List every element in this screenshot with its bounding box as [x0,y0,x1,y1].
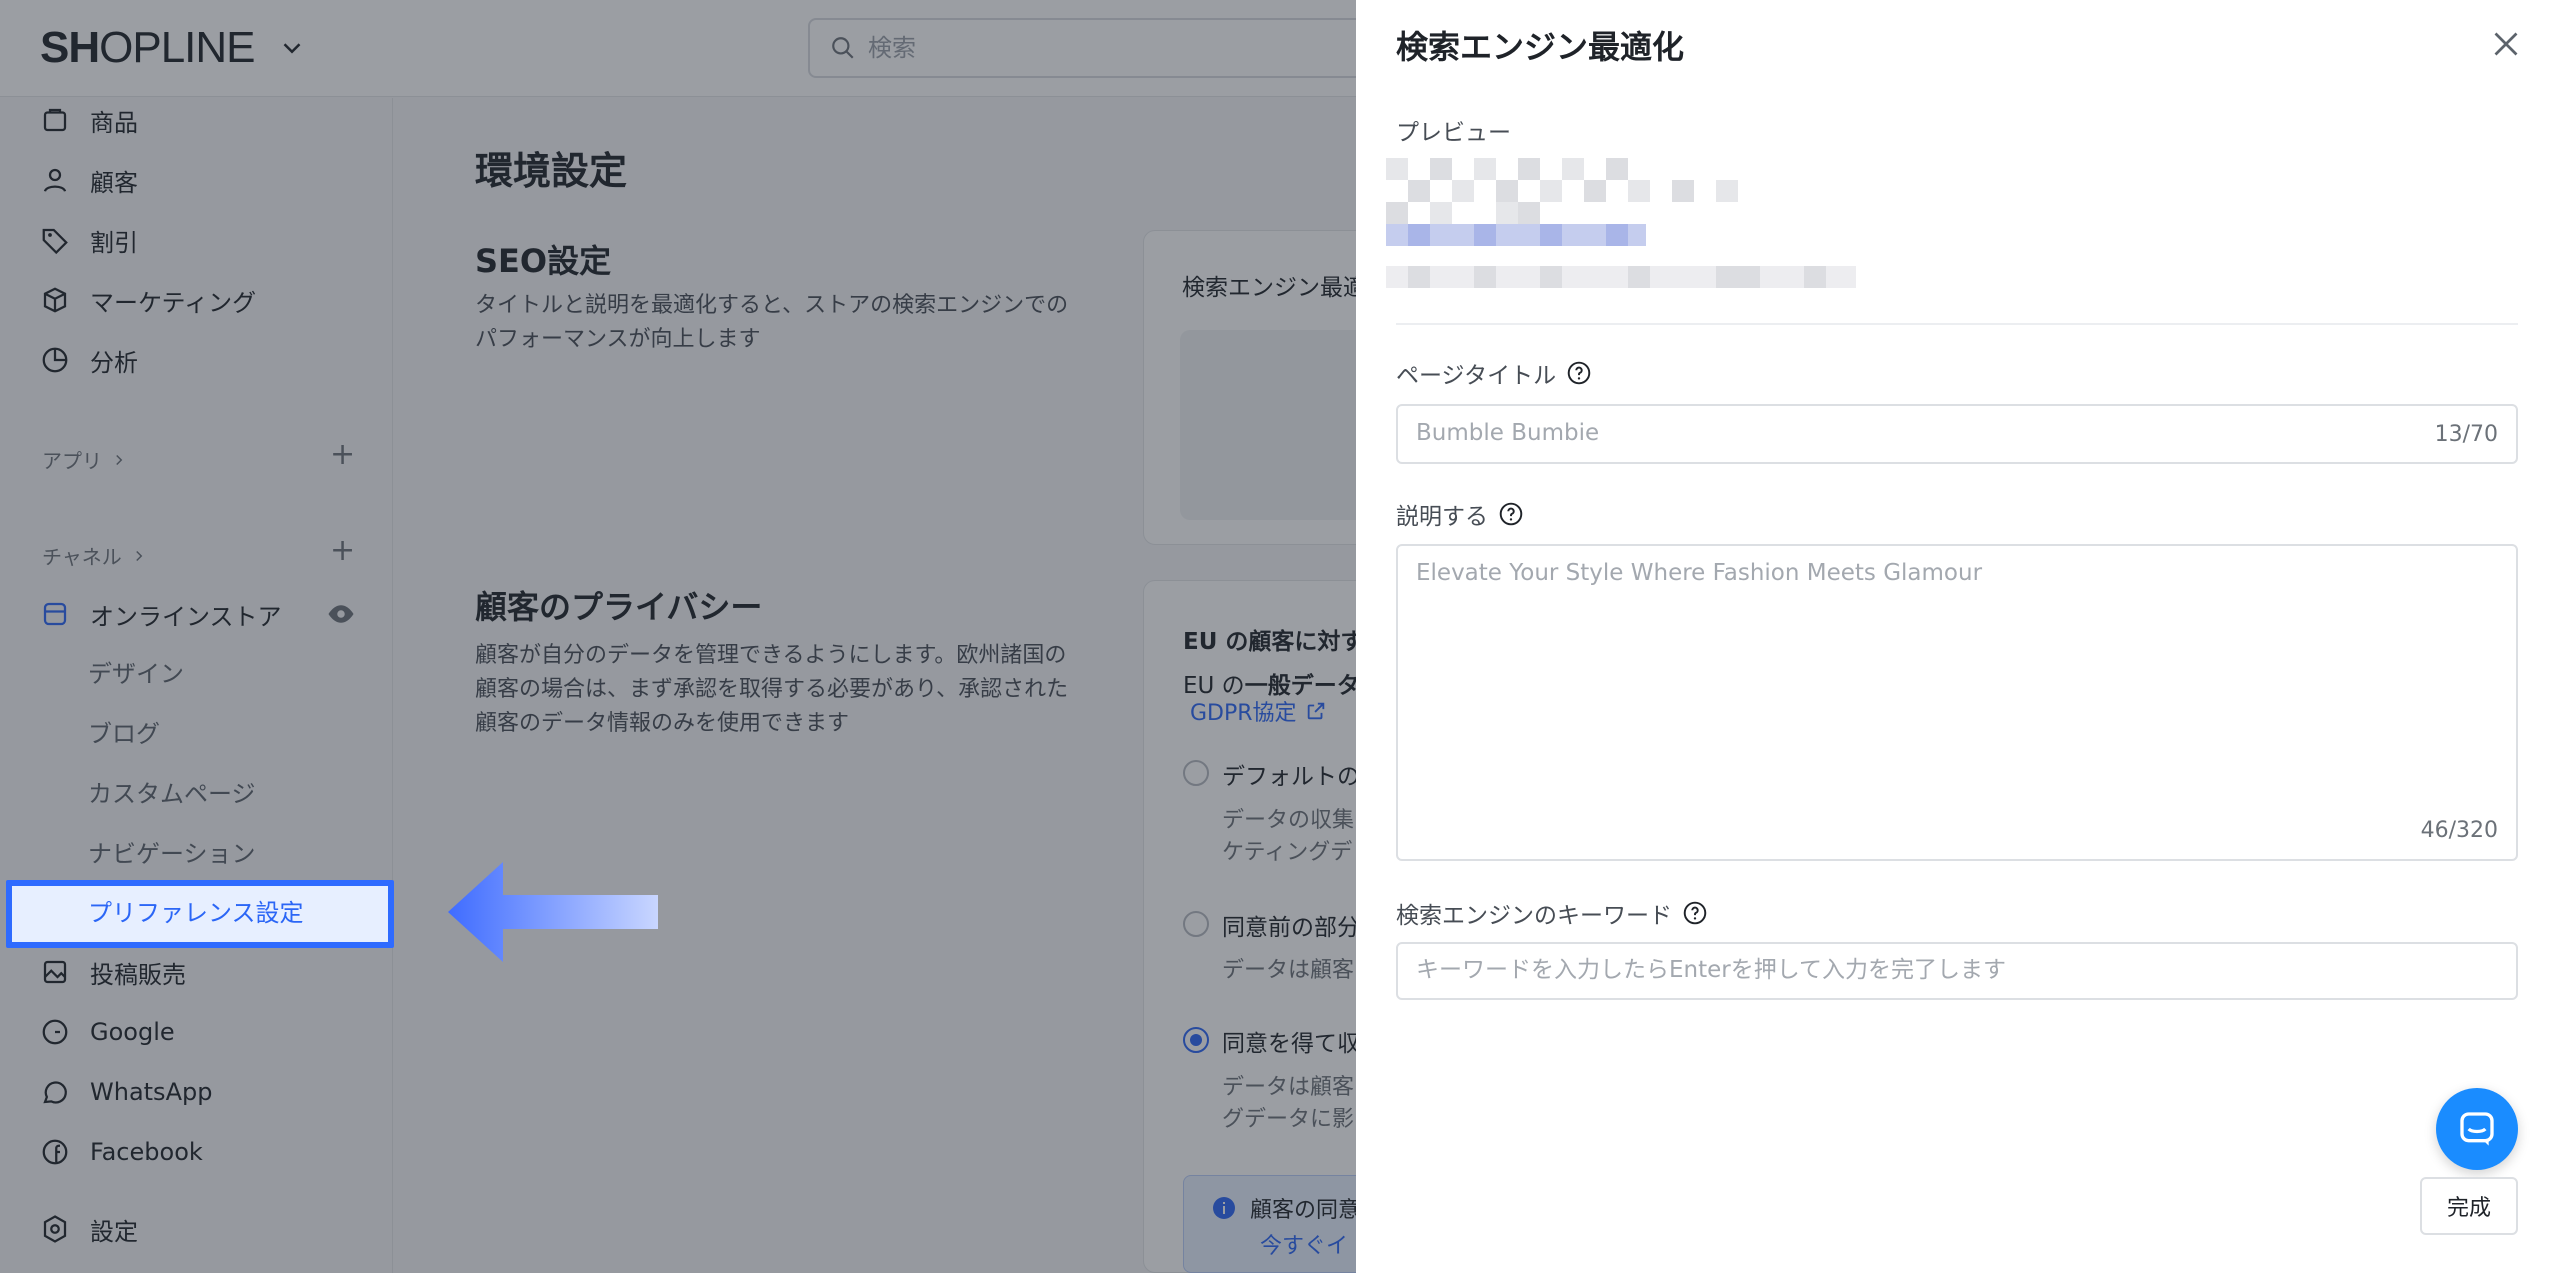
help-icon[interactable] [1498,501,1524,527]
preview-label: プレビュー [1396,120,1511,146]
drawer-title: 検索エンジン最適化 [1396,28,1685,66]
chat-button[interactable] [2436,1088,2518,1170]
keywords-input[interactable] [1416,957,2496,983]
page-title-field[interactable]: 13/70 [1396,404,2518,464]
help-icon[interactable] [1682,900,1708,926]
page-title-input[interactable] [1416,420,2396,446]
description-field[interactable]: 46/320 [1396,544,2518,861]
seo-drawer: 検索エンジン最適化 プレビュー ページタイトル Bumble Bumbie 13… [1356,0,2550,1273]
done-button[interactable]: 完成 [2420,1177,2518,1235]
page-title-label: ページタイトル [1396,356,1592,390]
arrow-left-icon [448,862,658,962]
keywords-field[interactable] [1396,942,2518,1000]
help-icon[interactable] [1566,360,1592,386]
description-textarea[interactable] [1416,560,2496,800]
close-icon[interactable] [2488,26,2524,62]
description-label-text: 説明する [1396,504,1488,530]
chat-icon [2460,1112,2494,1146]
page-title-counter: 13/70 [2434,422,2498,447]
blurred-preview [1386,158,1856,288]
keywords-label-text: 検索エンジンのキーワード [1396,903,1672,929]
page-title-label-text: ページタイトル [1396,363,1557,389]
keywords-label: 検索エンジンのキーワード [1396,896,1708,930]
divider [1396,323,2518,325]
sidebar-subitem-preferences[interactable]: プリファレンス設定 [88,893,304,928]
description-counter: 46/320 [2420,818,2498,843]
description-label: 説明する [1396,497,1524,531]
